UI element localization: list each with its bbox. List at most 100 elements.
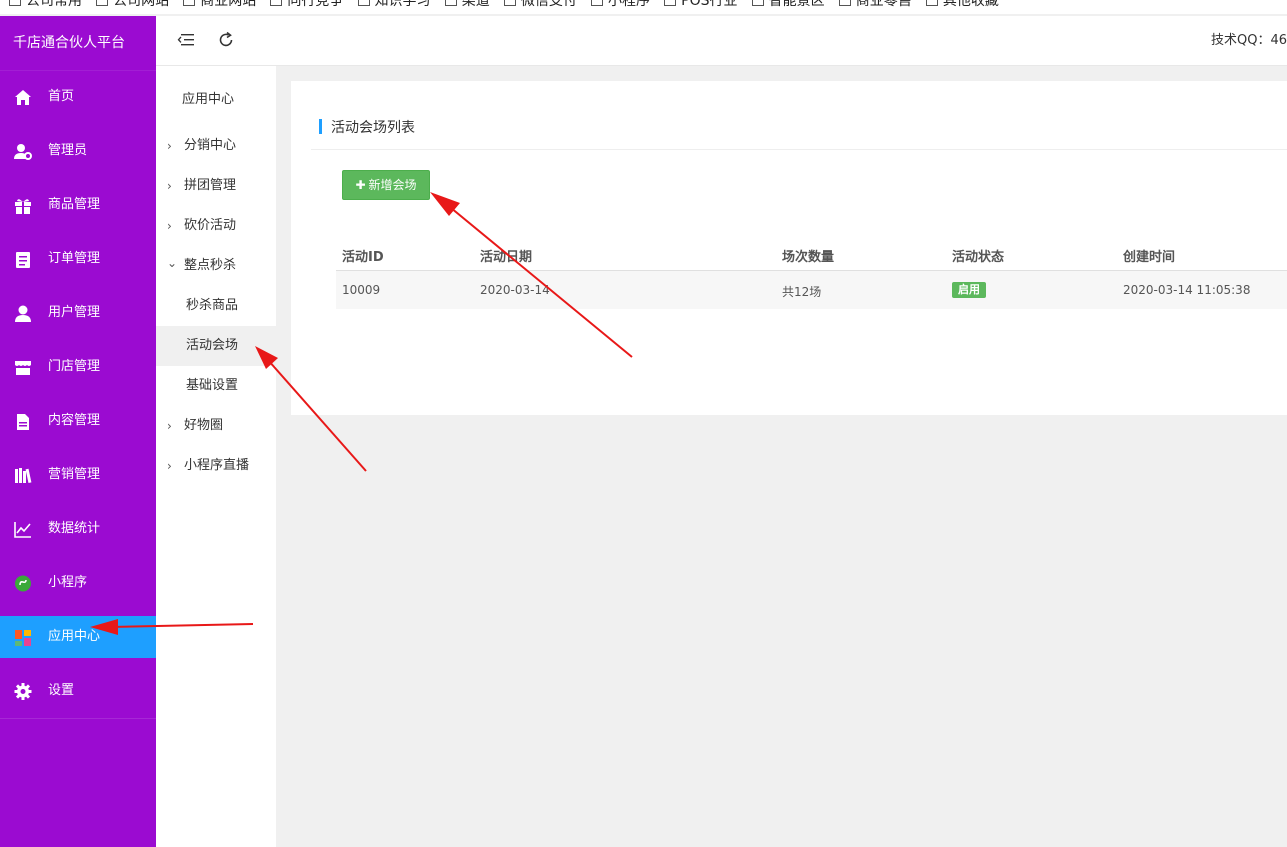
chevron-right-icon: › bbox=[167, 139, 172, 153]
card-header: 活动会场列表 bbox=[311, 81, 1287, 150]
chevron-right-icon: › bbox=[167, 219, 172, 233]
sidebar-item-home[interactable]: 首页 bbox=[0, 76, 156, 118]
bookmark-folder[interactable]: 微信支付 bbox=[503, 0, 577, 8]
sidebar-item-orders[interactable]: 订单管理 bbox=[0, 238, 156, 280]
bookmark-folder[interactable]: 同行竞争 bbox=[270, 0, 343, 8]
add-venue-button[interactable]: ✚ 新增会场 bbox=[342, 170, 430, 200]
sidebar-item-label: 管理员 bbox=[48, 143, 88, 158]
venue-list-card: 活动会场列表 ✚ 新增会场 活动ID 活动日期 场次数量 活动状态 创建时间 10… bbox=[291, 81, 1287, 415]
sidebar-item-settings[interactable]: 设置 bbox=[0, 670, 156, 712]
document-icon bbox=[17, 414, 29, 430]
bookmark-folder[interactable]: 公司常用 bbox=[9, 0, 82, 8]
sidebar-item-label: 首页 bbox=[48, 89, 75, 104]
folder-icon bbox=[183, 0, 196, 6]
column-header[interactable]: 活动日期 bbox=[480, 246, 532, 265]
folder-icon bbox=[444, 0, 457, 6]
sidebar-item-users[interactable]: 用户管理 bbox=[0, 292, 156, 334]
sidebar-item-label: 用户管理 bbox=[48, 305, 101, 320]
sidebar-item-mini-program[interactable]: 小程序 bbox=[0, 562, 156, 604]
folder-icon bbox=[503, 0, 516, 6]
sidebar-item-stores[interactable]: 门店管理 bbox=[0, 346, 156, 388]
apps-icon bbox=[15, 630, 31, 646]
sidebar-item-label: 数据统计 bbox=[48, 521, 101, 536]
sidebar-item-content[interactable]: 内容管理 bbox=[0, 400, 156, 442]
mini-program-icon bbox=[15, 575, 31, 592]
cell-session-count: 共12场 bbox=[782, 285, 822, 299]
cell-activity-id: 10009 bbox=[342, 283, 381, 297]
refresh-icon[interactable] bbox=[217, 31, 235, 49]
app-center-submenu: 应用中心 › 分销中心 › 拼团管理 › 砍价活动 ⌄ 整点秒杀 秒杀商品 活动会场 基… bbox=[156, 66, 276, 847]
sidebar-item-label: 商品管理 bbox=[48, 197, 101, 212]
chevron-right-icon: › bbox=[167, 419, 172, 433]
books-icon bbox=[15, 468, 32, 484]
home-icon bbox=[15, 90, 31, 105]
bookmark-folder[interactable]: 其他收藏 bbox=[925, 0, 999, 8]
bookmarks-bar: 公司常用 公司网站 商业网站 同行竞争 知识学习 渠道 微信支付 小程序 POS… bbox=[0, 0, 1287, 14]
bookmark-folder[interactable]: 小程序 bbox=[590, 0, 650, 8]
admin-icon bbox=[14, 144, 32, 160]
collapse-menu-icon[interactable] bbox=[177, 31, 195, 49]
chevron-right-icon: › bbox=[167, 459, 172, 473]
submenu-item-good-things[interactable]: › 好物圈 bbox=[156, 406, 276, 446]
tech-support-qq: 技术QQ：46 bbox=[1210, 33, 1287, 48]
title-accent-bar bbox=[319, 119, 322, 134]
folder-icon bbox=[751, 0, 764, 6]
table-row[interactable]: 10009 2020-03-14 共12场 启用 2020-03-14 11:0… bbox=[336, 271, 1287, 309]
bookmark-folder[interactable]: POS行业 bbox=[664, 0, 737, 8]
folder-icon bbox=[9, 0, 21, 6]
column-header[interactable]: 创建时间 bbox=[1123, 246, 1175, 265]
user-icon bbox=[15, 305, 31, 322]
sidebar-item-label: 小程序 bbox=[48, 575, 88, 590]
folder-icon bbox=[270, 0, 283, 6]
column-header[interactable]: 活动ID bbox=[342, 246, 384, 265]
table-header: 活动ID 活动日期 场次数量 活动状态 创建时间 bbox=[336, 236, 1287, 271]
bookmark-folder[interactable]: 智能景区 bbox=[751, 0, 825, 8]
cell-activity-date: 2020-03-14 bbox=[480, 283, 550, 297]
line-chart-icon bbox=[14, 522, 31, 538]
folder-icon bbox=[664, 0, 677, 6]
sidebar-item-app-center[interactable]: 应用中心 bbox=[0, 616, 156, 658]
gift-icon bbox=[15, 199, 31, 214]
submenu-item-distribution[interactable]: › 分销中心 bbox=[156, 126, 276, 166]
bookmark-folder[interactable]: 商业零售 bbox=[838, 0, 912, 8]
submenu-item-live-stream[interactable]: › 小程序直播 bbox=[156, 446, 276, 486]
main-sidebar: 千店通合伙人平台 首页 管理员 商品管理 订单管理 用户管理 门店管理 内容管理… bbox=[0, 16, 156, 847]
page-title: 活动会场列表 bbox=[331, 120, 415, 136]
brand-title: 千店通合伙人平台 bbox=[0, 16, 156, 71]
plus-icon: ✚ bbox=[355, 178, 366, 192]
folder-icon bbox=[838, 0, 851, 6]
chevron-down-icon: ⌄ bbox=[167, 256, 178, 270]
sidebar-divider bbox=[0, 718, 156, 719]
bookmark-folder[interactable]: 知识学习 bbox=[357, 0, 431, 8]
status-badge: 启用 bbox=[952, 282, 986, 298]
gear-icon bbox=[14, 683, 32, 700]
bookmark-folder[interactable]: 商业网站 bbox=[183, 0, 256, 8]
sidebar-item-admin[interactable]: 管理员 bbox=[0, 130, 156, 172]
sidebar-item-label: 营销管理 bbox=[48, 467, 101, 482]
bookmark-folder[interactable]: 渠道 bbox=[444, 0, 490, 8]
store-icon bbox=[15, 361, 31, 375]
top-header: 技术QQ：46 bbox=[156, 16, 1287, 66]
sidebar-item-label: 内容管理 bbox=[48, 413, 101, 428]
submenu-item-event-venue[interactable]: 活动会场 bbox=[156, 326, 276, 366]
sidebar-item-statistics[interactable]: 数据统计 bbox=[0, 508, 156, 550]
submenu-item-flash-sale-goods[interactable]: 秒杀商品 bbox=[156, 286, 276, 326]
folder-icon bbox=[357, 0, 370, 6]
sidebar-item-label: 订单管理 bbox=[48, 251, 101, 266]
sidebar-item-marketing[interactable]: 营销管理 bbox=[0, 454, 156, 496]
bookmark-folder[interactable]: 公司网站 bbox=[96, 0, 169, 8]
submenu-item-bargain[interactable]: › 砍价活动 bbox=[156, 206, 276, 246]
sidebar-item-goods[interactable]: 商品管理 bbox=[0, 184, 156, 226]
submenu-item-flash-sale[interactable]: ⌄ 整点秒杀 bbox=[156, 246, 276, 286]
folder-icon bbox=[590, 0, 603, 6]
folder-icon bbox=[925, 0, 938, 6]
column-header[interactable]: 活动状态 bbox=[952, 246, 1004, 265]
sidebar-item-label: 应用中心 bbox=[48, 629, 101, 644]
submenu-title: 应用中心 bbox=[182, 92, 235, 107]
folder-icon bbox=[96, 0, 109, 6]
sidebar-item-label: 门店管理 bbox=[48, 359, 101, 374]
submenu-item-basic-settings[interactable]: 基础设置 bbox=[156, 366, 276, 406]
submenu-item-group-buy[interactable]: › 拼团管理 bbox=[156, 166, 276, 206]
cell-created-time: 2020-03-14 11:05:38 bbox=[1123, 283, 1251, 297]
column-header[interactable]: 场次数量 bbox=[782, 246, 834, 265]
